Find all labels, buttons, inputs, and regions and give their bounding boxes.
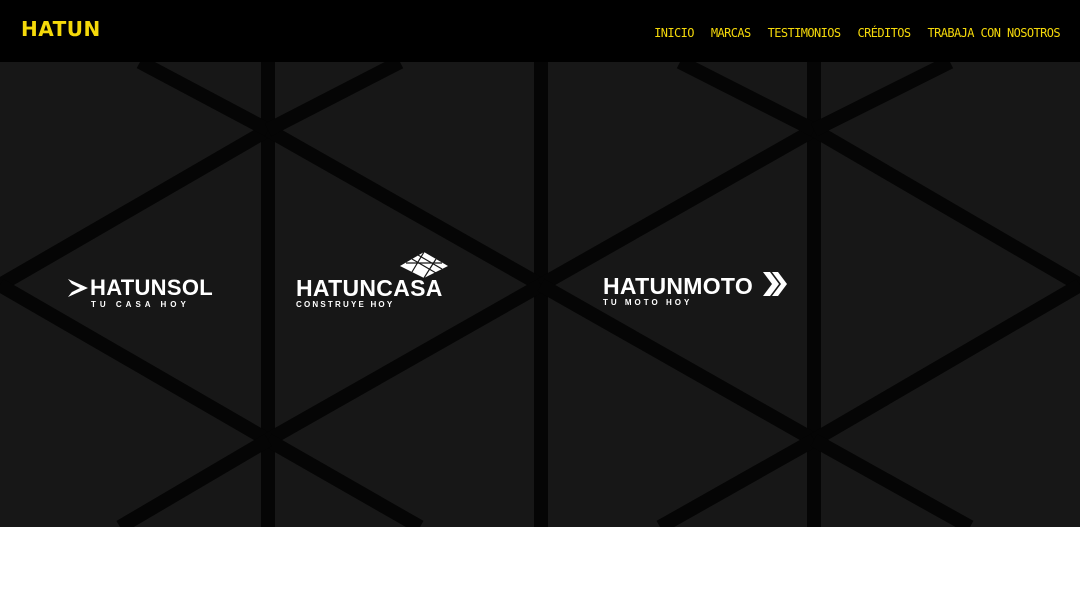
chevrons-icon xyxy=(763,272,787,296)
sun-arrow-icon xyxy=(68,279,88,297)
brand-name: HATUNCASA xyxy=(296,275,443,301)
brand-name: HATUNMOTO xyxy=(603,273,754,299)
site-logo[interactable]: HATUN xyxy=(21,15,101,43)
nav-trabaja-con-nosotros[interactable]: TRABAJA CON NOSOTROS xyxy=(928,24,1061,42)
brand-hatuncasa[interactable]: HATUNCASA CONSTRUYE HOY xyxy=(296,251,448,310)
brand-tagline: TU CASA HOY xyxy=(91,300,190,309)
brand-name: HATUNSOL xyxy=(90,275,213,300)
nav-inicio[interactable]: INICIO xyxy=(654,24,694,42)
brand-hatunmoto[interactable]: HATUNMOTO TU MOTO HOY xyxy=(603,272,787,308)
site-header: HATUN INICIO MARCAS TESTIMONIOS CRÉDITOS… xyxy=(0,0,1080,62)
nav-testimonios[interactable]: TESTIMONIOS xyxy=(768,24,841,42)
brands-hero: HATUNSOL TU CASA HOY HATUNCASA CONSTRUYE… xyxy=(0,62,1080,527)
house-grid-icon xyxy=(400,251,448,278)
main-nav: INICIO MARCAS TESTIMONIOS CRÉDITOS TRABA… xyxy=(654,24,1060,42)
brand-tagline: TU MOTO HOY xyxy=(603,298,693,307)
brand-hatunsol[interactable]: HATUNSOL TU CASA HOY xyxy=(68,275,213,310)
brand-tagline: CONSTRUYE HOY xyxy=(296,300,395,309)
nav-creditos[interactable]: CRÉDITOS xyxy=(858,24,912,42)
nav-marcas[interactable]: MARCAS xyxy=(711,24,751,42)
